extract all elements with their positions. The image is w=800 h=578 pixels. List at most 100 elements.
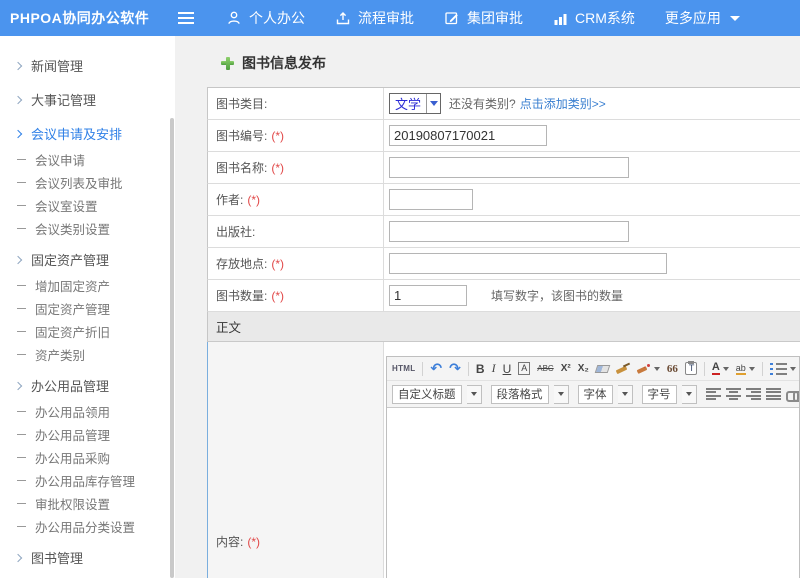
align-right-icon [746,388,761,400]
sidebar-item-meeting-category[interactable]: 会议类别设置 [0,217,175,240]
app-logo: PHPOA协同办公软件 [0,8,162,28]
sidebar-item-news-mgmt[interactable]: 新闻管理 [0,51,175,80]
custom-heading-select[interactable]: 自定义标题 [392,385,462,404]
strikethrough-button[interactable]: ABC [537,364,553,373]
paste-button[interactable] [685,362,697,375]
toolbar-separator [422,362,423,376]
sidebar-item-events-mgmt[interactable]: 大事记管理 [0,85,175,114]
required-mark: (*) [271,161,284,175]
justify-icon [766,388,781,400]
undo-button[interactable]: ↶ [430,361,442,377]
sidebar-item-supplies-claim[interactable]: 办公用品领用 [0,400,175,423]
sidebar-item-supplies-mgmt[interactable]: 办公用品管理 [0,371,175,400]
sidebar-item-label: 会议列表及审批 [35,173,123,192]
sidebar-item-asset-add[interactable]: 增加固定资产 [0,274,175,297]
boxed-text-button[interactable]: A [518,362,530,375]
dash-icon [17,354,26,355]
nav-item-group-approval[interactable]: 集团审批 [444,8,523,28]
font-family-select[interactable]: 字体 [578,385,613,404]
clean-format-button[interactable] [616,363,630,374]
editor-toolbar-row2: 自定义标题 段落格式 字体 字号 [387,380,799,407]
sidebar-item-approval-permission[interactable]: 审批权限设置 [0,492,175,515]
underline-button[interactable]: U [503,362,512,376]
caret-down-icon[interactable] [467,385,482,404]
dash-icon [17,526,26,527]
page-title: 图书信息发布 [242,53,326,73]
superscript-button[interactable]: X² [561,363,571,374]
eraser-button[interactable] [596,365,609,373]
sidebar-item-book-new[interactable]: 新建图书 [0,572,175,578]
category-select[interactable]: 文学 [389,93,441,114]
section-title: 正文 [216,317,241,336]
bold-button[interactable]: B [476,362,485,376]
highlight-icon: ab [736,363,746,375]
ordered-list-button[interactable] [770,363,796,375]
font-color-button[interactable]: A [712,362,729,375]
blockquote-button[interactable]: 66 [667,363,678,375]
sidebar-item-meeting-mgmt[interactable]: 会议申请及安排 [0,119,175,148]
sidebar-item-asset-depreciation[interactable]: 固定资产折旧 [0,320,175,343]
align-right-button[interactable] [746,388,761,400]
font-color-icon: A [712,362,720,375]
sidebar-item-book-mgmt[interactable]: 图书管理 [0,543,175,572]
redo-button[interactable]: ↷ [449,361,461,377]
insert-link-button[interactable] [786,389,800,400]
sidebar-item-label: 办公用品管理 [31,376,109,395]
caret-down-icon [654,367,660,371]
sidebar-item-asset-manage[interactable]: 固定资产管理 [0,297,175,320]
sidebar-item-label: 固定资产管理 [31,250,109,269]
dash-icon [17,159,26,160]
nav-item-crm[interactable]: CRM系统 [553,8,635,28]
author-input[interactable] [389,189,473,210]
field-label: 内容: [216,533,243,550]
subscript-button[interactable]: X₂ [578,363,589,374]
sidebar-item-label: 办公用品领用 [35,402,110,421]
caret-down-icon[interactable] [618,385,633,404]
caret-down-icon[interactable] [682,385,697,404]
paragraph-format-select[interactable]: 段落格式 [491,385,549,404]
italic-button[interactable]: I [492,361,496,376]
font-size-select[interactable]: 字号 [642,385,677,404]
editor-content-area[interactable] [387,407,799,578]
sidebar-item-asset-mgmt[interactable]: 固定资产管理 [0,245,175,274]
location-input[interactable] [389,253,667,274]
sidebar-item-supplies-purchase[interactable]: 办公用品采购 [0,446,175,469]
sidebar-item-label: 固定资产折旧 [35,322,110,341]
sidebar-item-supplies-manage[interactable]: 办公用品管理 [0,423,175,446]
format-painter-button[interactable] [637,363,660,374]
sidebar-item-label: 会议类别设置 [35,219,110,238]
add-category-link[interactable]: 点击添加类别>> [520,95,606,112]
sidebar-item-label: 会议申请及安排 [31,124,122,143]
sidebar-item-meeting-apply[interactable]: 会议申请 [0,148,175,171]
align-left-button[interactable] [706,388,721,400]
sidebar-item-meeting-room[interactable]: 会议室设置 [0,194,175,217]
dash-icon [17,480,26,481]
align-center-button[interactable] [726,388,741,400]
paste-icon [685,362,697,375]
nav-item-workflow-approval[interactable]: 流程审批 [335,8,414,28]
field-label: 图书名称: [216,159,267,176]
caret-down-icon[interactable] [554,385,569,404]
dropdown-label: 段落格式 [497,386,543,402]
dash-icon [17,182,26,183]
nav-item-more-apps[interactable]: 更多应用 [665,8,740,28]
dash-icon [17,285,26,286]
book-name-input[interactable] [389,157,629,178]
nav-item-personal-office[interactable]: 个人办公 [226,8,305,28]
hamburger-menu-icon[interactable] [178,12,194,24]
sidebar-item-supplies-category[interactable]: 办公用品分类设置 [0,515,175,538]
sidebar-item-meeting-list[interactable]: 会议列表及审批 [0,171,175,194]
quantity-input[interactable] [389,285,467,306]
form-row-publisher: 出版社: [207,216,800,248]
sidebar-item-label: 审批权限设置 [35,494,110,513]
book-number-input[interactable] [389,125,547,146]
sidebar-item-label: 新建图书 [35,574,85,578]
sidebar-item-asset-category[interactable]: 资产类别 [0,343,175,366]
highlight-color-button[interactable]: ab [736,363,755,375]
html-source-button[interactable]: HTML [392,364,415,373]
justify-button[interactable] [766,388,781,400]
sidebar-scrollbar[interactable] [170,118,174,578]
sidebar-item-supplies-inventory[interactable]: 办公用品库存管理 [0,469,175,492]
publisher-input[interactable] [389,221,629,242]
user-icon [226,10,242,26]
